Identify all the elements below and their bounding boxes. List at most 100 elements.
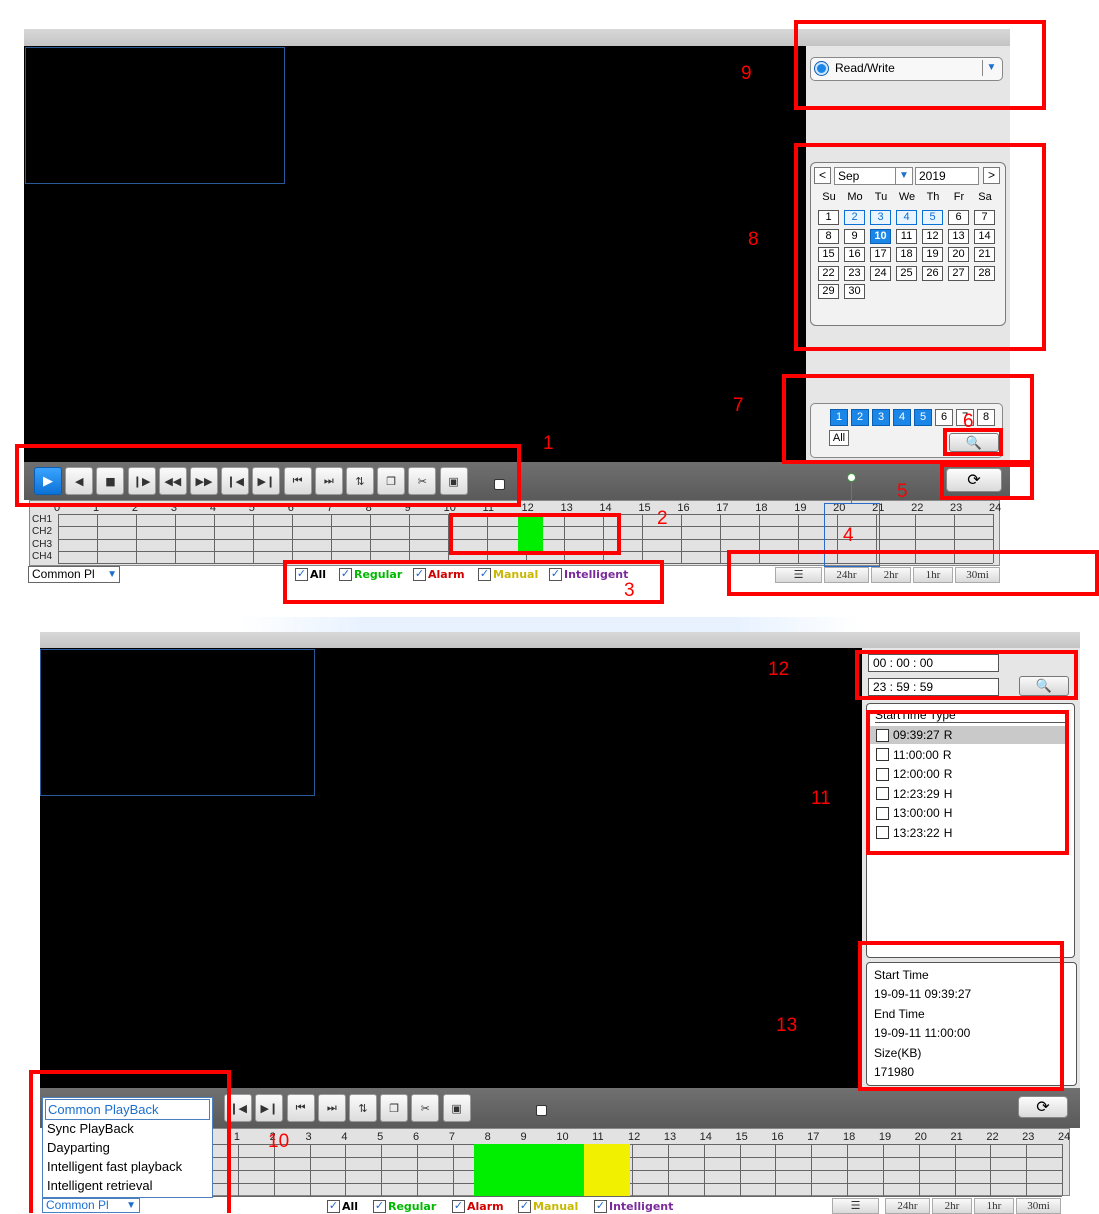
- filter-manual-bottom[interactable]: ✓ Manual: [518, 1200, 578, 1213]
- timeline-hour-label: 22: [911, 502, 924, 514]
- next-frame-button[interactable]: ▶❙: [255, 1094, 284, 1122]
- filter-manual-label: Manual: [533, 1200, 579, 1213]
- timeline-hour-label: 19: [794, 502, 807, 514]
- timeline-hour-label: 16: [677, 502, 690, 514]
- annotation-box-1: [15, 444, 521, 507]
- annotation-label-12: 12: [768, 659, 790, 680]
- timescale-button[interactable]: 2hr: [932, 1198, 972, 1214]
- timeline-hour-label: 16: [771, 1131, 784, 1143]
- timeline-hour-label: 22: [986, 1131, 999, 1143]
- filter-all-bottom[interactable]: ✓ All: [327, 1200, 358, 1213]
- timeline-row-line: [202, 1144, 1062, 1145]
- timeline-hour-label: 24: [1058, 1131, 1071, 1143]
- annotation-box-8: [794, 143, 1046, 351]
- record-segment-regular: [474, 1144, 584, 1196]
- list-view-button-bottom[interactable]: ☰: [832, 1198, 879, 1214]
- annotation-label-11: 11: [811, 788, 831, 809]
- annotation-label-3: 3: [624, 580, 635, 601]
- timeline-hour-label: 14: [699, 1131, 712, 1143]
- mode-select[interactable]: Common Pl ▼: [28, 566, 120, 583]
- check-icon: ✓: [373, 1199, 386, 1213]
- timeline-row-line: [202, 1157, 1062, 1158]
- timeline-gridline: [1062, 1144, 1063, 1196]
- channel-row-label: CH1: [32, 514, 53, 525]
- annotation-label-13: 13: [776, 1015, 798, 1036]
- filter-alarm-bottom[interactable]: ✓ Alarm: [452, 1200, 504, 1213]
- save-button[interactable]: ▣: [442, 1094, 471, 1122]
- timeline-hour-label: 4: [341, 1131, 348, 1143]
- timeline-row-line: [202, 1170, 1062, 1171]
- clip-button[interactable]: ✂: [411, 1094, 440, 1122]
- annotation-box-5: [940, 463, 1034, 500]
- skip-forward-icon: ⏭: [326, 1101, 337, 1114]
- annotation-label-8: 8: [748, 229, 759, 250]
- check-icon: ✓: [327, 1199, 340, 1213]
- refresh-icon: ⟳: [1036, 1097, 1050, 1116]
- filter-alarm-label: Alarm: [467, 1200, 504, 1213]
- timescale-button[interactable]: 24hr: [885, 1198, 930, 1214]
- timeline-hour-label: 7: [448, 1131, 455, 1143]
- channel-row-label: CH4: [32, 550, 53, 562]
- annotation-label-10: 10: [268, 1131, 290, 1152]
- timeline-hour-label: 10: [556, 1131, 569, 1143]
- timeline-hour-label: 9: [520, 1131, 527, 1143]
- bottom-title-bar: [40, 632, 1080, 648]
- list-icon: ☰: [850, 1199, 861, 1212]
- next-frame-icon: ▶❙: [260, 1101, 279, 1115]
- timeline-hour-label: 5: [377, 1131, 384, 1143]
- timeline-hour-label: 23: [950, 502, 963, 514]
- channel-row-label: CH3: [32, 538, 53, 550]
- bottom-video-window[interactable]: [40, 649, 315, 796]
- annotation-label-5: 5: [897, 481, 908, 502]
- checkbox-icon[interactable]: [536, 1105, 547, 1116]
- filter-all-label: All: [342, 1200, 359, 1213]
- filter-regular-bottom[interactable]: ✓ Regular: [373, 1200, 436, 1213]
- record-segment-manual: [584, 1144, 630, 1196]
- timeline-hour-label: 15: [735, 1131, 748, 1143]
- annotation-box-11: [866, 710, 1069, 855]
- annotation-box-9: [794, 20, 1046, 110]
- annotation-box-4: [727, 550, 1099, 596]
- top-video-window[interactable]: [25, 47, 285, 184]
- clip-icon: ✂: [420, 1101, 430, 1115]
- annotation-label-2: 2: [657, 508, 668, 529]
- timeline-hour-label: 17: [807, 1131, 820, 1143]
- rotate-handle-icon[interactable]: [847, 473, 856, 482]
- annotation-box-7: [782, 374, 1034, 464]
- timeline-hour-label: 15: [638, 502, 651, 514]
- timeline-hour-label: 11: [592, 1131, 604, 1143]
- sync-icon: ⇅: [358, 1101, 368, 1115]
- save-icon: ▣: [451, 1101, 462, 1115]
- annotation-box-13: [858, 941, 1064, 1091]
- timeline-hour-label: 21: [950, 1131, 963, 1143]
- skip-back-button[interactable]: ⏮: [286, 1094, 315, 1122]
- window-icon: ❐: [389, 1101, 400, 1115]
- handle-stem: [851, 482, 852, 503]
- refresh-button[interactable]: ⟳: [1018, 1096, 1068, 1118]
- annotation-label-1: 1: [543, 433, 554, 454]
- timescale-button[interactable]: 30mi: [1016, 1198, 1061, 1214]
- skip-forward-button[interactable]: ⏭: [317, 1094, 346, 1122]
- timeline-hour-label: 12: [628, 1131, 641, 1143]
- timeline-hour-label: 8: [484, 1131, 491, 1143]
- annotation-box-3: [283, 560, 664, 604]
- annotation-label-9: 9: [741, 63, 752, 84]
- prev-frame-icon: ❙◀: [229, 1101, 248, 1115]
- window-button[interactable]: ❐: [380, 1094, 409, 1122]
- timeline-hour-label: 6: [413, 1131, 420, 1143]
- chevron-down-icon[interactable]: ▼: [107, 567, 117, 582]
- timeline-hour-label: 3: [305, 1131, 312, 1143]
- check-icon: ✓: [518, 1199, 531, 1213]
- annotation-label-4: 4: [843, 525, 854, 546]
- timeline-hour-label: 1: [233, 1131, 240, 1143]
- filter-intelligent-bottom[interactable]: ✓ Intelligent: [594, 1200, 673, 1213]
- timeline-hour-label: 18: [843, 1131, 856, 1143]
- check-icon: ✓: [452, 1199, 465, 1213]
- timeline-hour-label: 20: [914, 1131, 927, 1143]
- filter-regular-label: Regular: [388, 1200, 437, 1213]
- sync-button[interactable]: ⇅: [349, 1094, 377, 1122]
- annotation-label-7: 7: [733, 395, 744, 416]
- annotation-box-10: [29, 1070, 231, 1213]
- timescale-button[interactable]: 1hr: [974, 1198, 1014, 1214]
- timeline-hour-label: 23: [1022, 1131, 1035, 1143]
